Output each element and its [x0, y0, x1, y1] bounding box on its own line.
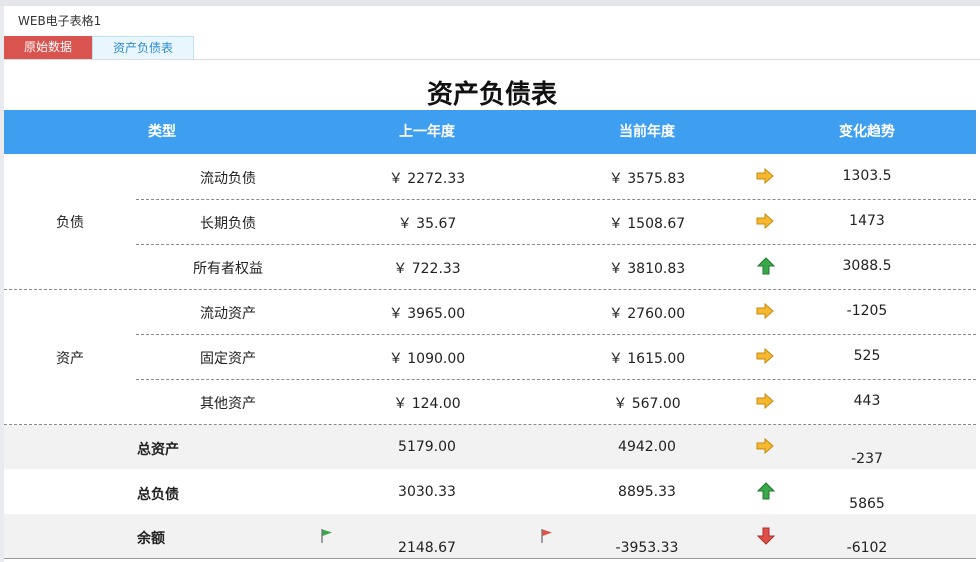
row-change: 1473 — [849, 213, 885, 229]
summary-prev: 3030.33 — [398, 484, 456, 500]
row-name: 固定资产 — [200, 351, 256, 367]
table-bottom-border — [4, 558, 976, 559]
summary-prev: 2148.67 — [398, 540, 456, 556]
summary-curr: 8895.33 — [618, 484, 676, 500]
up-arrow-icon — [757, 257, 775, 275]
row-divider — [136, 244, 976, 245]
row-prev: ￥ 124.00 — [393, 396, 461, 412]
row-prev: ￥ 3965.00 — [388, 306, 466, 322]
summary-curr: 4942.00 — [618, 439, 676, 455]
summary-change: 5865 — [849, 496, 885, 512]
row-curr: ￥ 2760.00 — [608, 306, 686, 322]
table-header: 类型 上一年度 当前年度 变化趋势 — [4, 110, 976, 154]
row-divider — [136, 199, 976, 200]
row-change: -1205 — [846, 303, 888, 319]
row-name: 所有者权益 — [193, 261, 263, 277]
group-liability: 负债 — [56, 215, 84, 231]
sheet-tabs: 原始数据 资产负债表 — [4, 36, 195, 59]
group-asset: 资产 — [56, 351, 84, 367]
summary-name: 余额 — [137, 531, 165, 547]
row-prev: ￥ 1090.00 — [388, 351, 466, 367]
up-arrow-icon — [757, 482, 775, 500]
right-arrow-icon — [756, 212, 774, 230]
right-arrow-icon — [756, 347, 774, 365]
summary-curr: -3953.33 — [615, 540, 679, 556]
down-arrow-icon — [757, 527, 775, 545]
right-arrow-icon — [756, 392, 774, 410]
group-divider — [4, 289, 976, 290]
right-arrow-icon — [756, 302, 774, 320]
green-flag-icon — [321, 529, 332, 543]
header-curr-year: 当前年度 — [619, 124, 675, 140]
tab-balance-sheet[interactable]: 资产负债表 — [92, 36, 195, 59]
row-divider — [136, 379, 976, 380]
header-trend: 变化趋势 — [839, 124, 895, 140]
row-prev: ￥ 722.33 — [393, 261, 461, 277]
row-divider — [136, 334, 976, 335]
row-change: 1303.5 — [842, 168, 892, 184]
right-arrow-icon — [756, 437, 774, 455]
row-name: 流动资产 — [200, 306, 256, 322]
tab-raw-data[interactable]: 原始数据 — [4, 36, 93, 59]
row-curr: ￥ 1615.00 — [608, 351, 686, 367]
row-name: 流动负债 — [200, 171, 256, 187]
summary-name: 总负债 — [137, 487, 179, 503]
row-curr: ￥ 3810.83 — [608, 261, 686, 277]
tab-divider — [4, 59, 980, 60]
summary-change: -6102 — [846, 540, 888, 556]
window-title: WEB电子表格1 — [18, 14, 102, 28]
row-curr: ￥ 567.00 — [613, 396, 681, 412]
row-name: 其他资产 — [200, 396, 256, 412]
summary-change: -237 — [851, 451, 883, 467]
row-prev: ￥ 2272.33 — [388, 171, 466, 187]
header-prev-year: 上一年度 — [399, 124, 455, 140]
row-prev: ￥ 35.67 — [397, 216, 457, 232]
header-type: 类型 — [148, 124, 176, 140]
row-change: 525 — [853, 348, 881, 364]
summary-prev: 5179.00 — [398, 439, 456, 455]
spreadsheet-panel: WEB电子表格1 原始数据 资产负债表 资产负债表 类型 上一年度 当前年度 变… — [4, 6, 980, 562]
row-name: 长期负债 — [200, 216, 256, 232]
row-curr: ￥ 1508.67 — [608, 216, 686, 232]
right-arrow-icon — [756, 167, 774, 185]
report-title: 资产负债表 — [426, 80, 557, 110]
row-curr: ￥ 3575.83 — [608, 171, 686, 187]
row-change: 443 — [853, 393, 881, 409]
red-flag-icon — [541, 529, 552, 543]
summary-name: 总资产 — [137, 442, 179, 458]
row-change: 3088.5 — [842, 258, 892, 274]
